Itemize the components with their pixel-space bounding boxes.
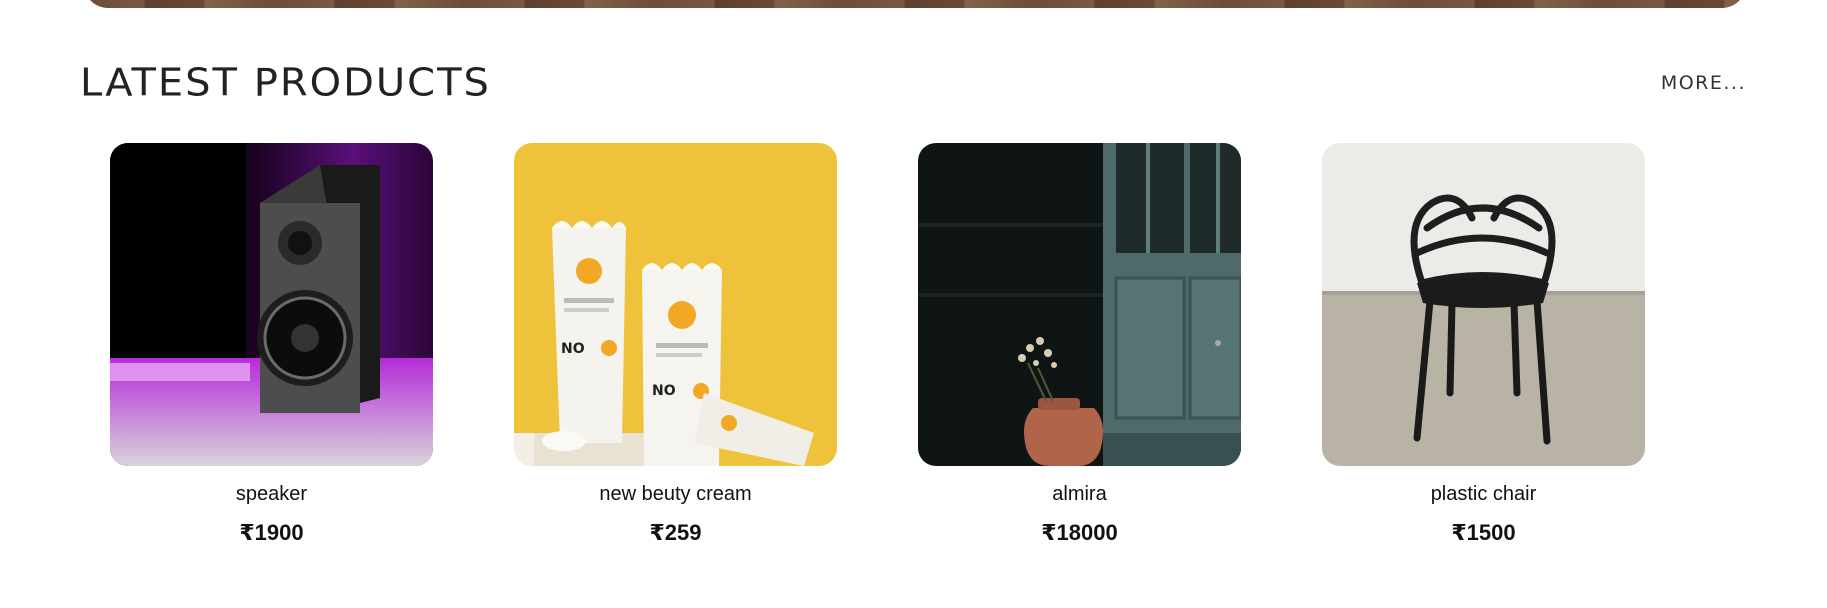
svg-text:NO: NO	[561, 341, 585, 357]
product-price: ₹18000	[1041, 520, 1118, 545]
product-card[interactable]: NO NO new beuty cream ₹259	[514, 143, 837, 546]
product-price: ₹1500	[1451, 520, 1516, 545]
more-link[interactable]: MORE...	[1661, 72, 1746, 94]
section-title: LATEST PRODUCTS	[80, 61, 491, 105]
product-image-chair[interactable]	[1322, 143, 1645, 466]
product-name: new beuty cream	[599, 483, 752, 505]
product-card[interactable]: speaker ₹1900	[110, 143, 433, 546]
hero-banner-bottom-edge	[84, 0, 1746, 8]
svg-text:NO: NO	[652, 383, 676, 399]
product-name: plastic chair	[1430, 483, 1537, 505]
product-grid: speaker ₹1900 NO NO new beuty cream ₹259…	[110, 143, 1645, 546]
product-name: speaker	[235, 483, 308, 505]
product-price: ₹259	[649, 520, 702, 545]
product-card[interactable]: almira ₹18000	[918, 143, 1241, 546]
latest-products-header: LATEST PRODUCTS MORE...	[80, 58, 1746, 108]
product-name: almira	[1052, 483, 1107, 505]
product-price: ₹1900	[239, 520, 304, 545]
product-card[interactable]: plastic chair ₹1500	[1322, 143, 1645, 546]
product-image-almira[interactable]	[918, 143, 1241, 466]
product-image-speaker[interactable]	[110, 143, 433, 466]
product-image-cream[interactable]: NO NO	[514, 143, 837, 466]
